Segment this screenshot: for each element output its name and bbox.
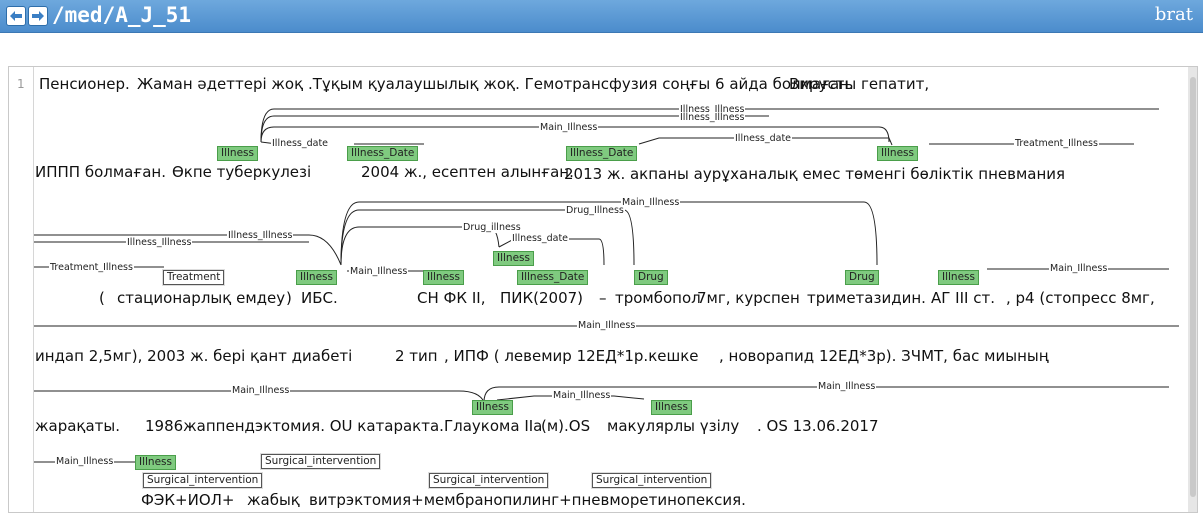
relation-label[interactable]: Main_Illness: [539, 123, 599, 133]
text-span: триметазидин.: [807, 289, 926, 307]
entity-tag[interactable]: Illness: [938, 270, 979, 285]
text-span: , новорапид 12ЕД*3р). ЗЧМТ, бас миының: [719, 347, 1049, 365]
entity-tag-surgical[interactable]: Surgical_intervention: [143, 473, 263, 488]
entity-tag[interactable]: Illness: [877, 146, 918, 161]
relation-label[interactable]: Illness_date: [511, 234, 570, 244]
entity-tag[interactable]: Illness: [493, 251, 534, 266]
relation-label[interactable]: Main_Illness: [621, 198, 681, 208]
vertical-scrollbar[interactable]: [1188, 67, 1197, 512]
text-span: ПИК(2007): [500, 289, 584, 307]
top-bar: /med/A_J_51 brat: [0, 0, 1203, 33]
text-span: . OS 13.06.2017: [757, 417, 879, 435]
entity-tag[interactable]: Illness: [296, 270, 337, 285]
entity-tag[interactable]: Drug: [634, 270, 668, 285]
text-span: ФЭК+ИОЛ+: [141, 491, 235, 509]
text-span: Вирусты гепатит,: [789, 75, 930, 93]
relation-label[interactable]: Treatment_Illness: [1014, 139, 1099, 149]
text-span: жабық: [247, 491, 300, 509]
relation-label[interactable]: Illness_Illness: [679, 113, 746, 123]
text-span: 2 тип: [395, 347, 438, 365]
text-span: Глаукома IIa: [444, 417, 543, 435]
text-span: Пенсионер.: [39, 75, 130, 93]
relation-label[interactable]: Illness_date: [271, 139, 330, 149]
relation-label[interactable]: Treatment_Illness: [49, 263, 134, 273]
text-span: витрэктомия+мембранопилинг+пневморетиноп…: [309, 491, 746, 509]
entity-tag-surgical[interactable]: Surgical_intervention: [429, 473, 549, 488]
relation-label[interactable]: Main_Illness: [349, 267, 409, 277]
scrollbar-thumb[interactable]: [1190, 77, 1196, 497]
entity-tag-surgical[interactable]: Surgical_intervention: [592, 473, 712, 488]
relation-label[interactable]: Main_Illness: [1049, 264, 1109, 274]
text-span: Жаман әдеттері жоқ .Тұқым қуалаушылық жо…: [137, 75, 854, 93]
text-span: –: [599, 289, 607, 307]
text-span: , р4 (стопресс 8мг,: [1006, 289, 1155, 307]
entity-tag[interactable]: Illness: [423, 270, 464, 285]
brat-logo: brat: [1154, 4, 1193, 25]
text-span: стационарлық емдеу: [117, 289, 286, 307]
text-span: АГ III ст.: [931, 289, 995, 307]
relation-label[interactable]: Illness_date: [734, 134, 793, 144]
text-span: , ИПФ ( левемир 12ЕД*1р.кешке: [444, 347, 699, 365]
relation-label[interactable]: Main_Illness: [55, 457, 115, 467]
text-span: 7мг, курспен: [697, 289, 800, 307]
forward-arrow-icon[interactable]: [28, 6, 48, 26]
annotation-editor[interactable]: 1 Illness_Illness Illness_Illness Main_I…: [8, 66, 1198, 513]
text-span: 2013 ж. акпаны аурұханалық емес төменгі …: [564, 165, 1066, 183]
text-span: макулярлы үзілу: [607, 417, 740, 435]
text-span: СН ФК II,: [417, 289, 486, 307]
relation-label[interactable]: Drug_Illness: [565, 206, 625, 216]
text-span: жарақаты.: [35, 417, 121, 435]
relation-label[interactable]: Illness_Illness: [227, 231, 294, 241]
relation-label[interactable]: Drug_illness: [462, 223, 522, 233]
text-span: индап 2,5мг), 2003 ж. бері қант диабеті: [35, 347, 353, 365]
relation-label[interactable]: Illness_Illness: [126, 238, 193, 248]
text-span: ИППП болмаған.: [35, 163, 166, 181]
entity-tag[interactable]: Illness: [651, 400, 692, 415]
text-span: ИБС.: [301, 289, 338, 307]
entity-tag[interactable]: Illness: [135, 455, 176, 470]
relation-label[interactable]: Main_Illness: [231, 386, 291, 396]
entity-tag[interactable]: Illness_Date: [347, 146, 419, 161]
entity-tag[interactable]: Illness: [217, 146, 258, 161]
entity-tag-surgical[interactable]: Surgical_intervention: [261, 454, 381, 469]
text-span: 2004 ж., есептен алынған.: [361, 163, 574, 181]
back-arrow-icon[interactable]: [6, 6, 26, 26]
relation-label[interactable]: Main_Illness: [552, 391, 612, 401]
text-span: тромбопол: [615, 289, 701, 307]
text-span: (м).OS: [541, 417, 591, 435]
relation-label[interactable]: Main_Illness: [577, 321, 637, 331]
entity-tag[interactable]: Illness_Date: [517, 270, 589, 285]
entity-tag[interactable]: Illness: [472, 400, 513, 415]
document-path: /med/A_J_51: [52, 3, 192, 27]
text-span: (: [99, 289, 105, 307]
entity-tag[interactable]: Drug: [845, 270, 879, 285]
text-span: Өкпе туберкулезі: [172, 163, 312, 181]
text-span: 1986жаппендэктомия. OU катаракта.: [145, 417, 444, 435]
text-span: ): [286, 289, 292, 307]
relation-label[interactable]: Main_Illness: [817, 382, 877, 392]
entity-tag[interactable]: Illness_Date: [566, 146, 638, 161]
entity-tag-treatment[interactable]: Treatment: [163, 270, 225, 285]
